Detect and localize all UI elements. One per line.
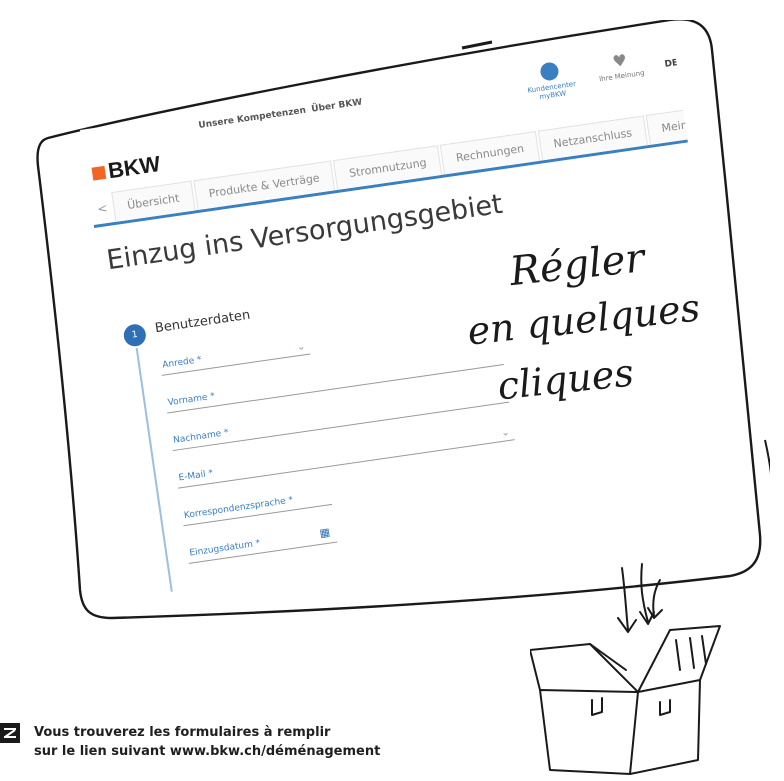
footer-line-2[interactable]: sur le lien suivant www.bkw.ch/déménagem…: [34, 742, 380, 761]
footer-note: Vous trouverez les formulaires à remplir…: [34, 723, 380, 761]
envelope-icon: [0, 723, 20, 743]
handwriting-line-1: Régler: [507, 235, 650, 295]
handwriting-line-3: cliques: [495, 350, 635, 408]
envelope-glyph: [4, 728, 16, 738]
footer-line-1: Vous trouverez les formulaires à remplir: [34, 725, 331, 740]
handwriting-line-2: en quelques: [465, 285, 702, 353]
moving-box-icon: [530, 563, 721, 775]
